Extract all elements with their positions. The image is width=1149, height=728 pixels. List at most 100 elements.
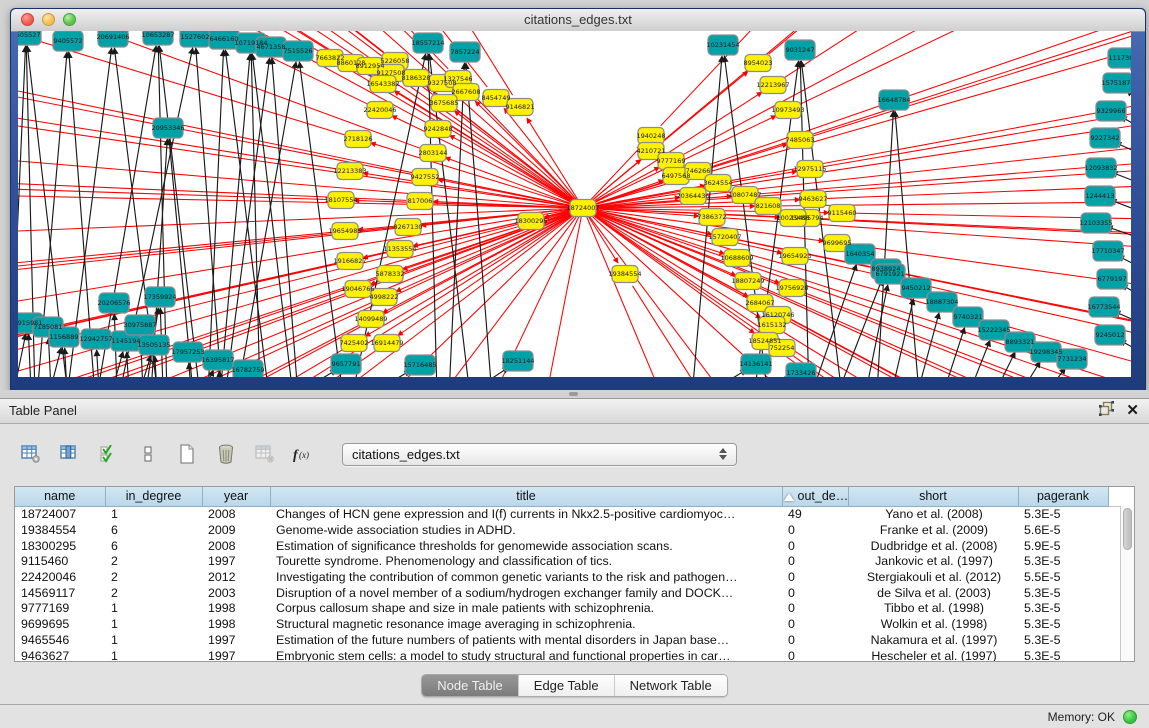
cell-pagerank: 5.5E-5	[1018, 569, 1108, 585]
graph-node-label: 18557214	[411, 39, 444, 47]
delete-table-icon[interactable]	[211, 440, 241, 468]
cell-short: Wolkin et al. (1998)	[848, 616, 1018, 632]
table-settings-icon[interactable]	[16, 440, 46, 468]
graph-node-label: 18887304	[925, 298, 958, 306]
graph-node-label: 10807487	[728, 191, 761, 199]
graph-node-label: 3624554	[704, 179, 733, 187]
graph-node-label: 9146821	[506, 103, 535, 111]
graph-node-label: 12103355	[1079, 219, 1112, 227]
cell-pagerank: 5.3E-5	[1018, 585, 1108, 601]
cell-title: Estimation of significance thresholds fo…	[270, 538, 782, 554]
graph-node-label: 2803144	[419, 149, 448, 157]
graph-node-label: 19046766	[341, 285, 374, 293]
cell-pagerank: 5.9E-5	[1018, 538, 1108, 554]
tab-edge-table[interactable]: Edge Table	[518, 675, 614, 696]
cell-short: Jankovic et al. (1997)	[848, 554, 1018, 570]
window-titlebar[interactable]: citations_edges.txt	[11, 9, 1145, 32]
cell-short: Tibbo et al. (1998)	[848, 601, 1018, 617]
cell-in_degree: 1	[105, 616, 202, 632]
graph-node-label: 12093832	[1084, 164, 1117, 172]
graph-node-label: 16120746	[761, 311, 794, 319]
cell-year: 2003	[202, 585, 270, 601]
column-header-name[interactable]: name	[15, 487, 105, 506]
table-row[interactable]: 946554611997Estimation of the future num…	[15, 632, 1121, 648]
graph-node-label: 16395817	[201, 356, 234, 364]
cell-short: Stergiakouli et al. (2012)	[848, 569, 1018, 585]
table-row[interactable]: 1830029562008Estimation of significance …	[15, 538, 1121, 554]
cell-name: 18300295	[15, 538, 105, 554]
memory-ok-icon	[1123, 710, 1137, 724]
column-header-year[interactable]: year	[202, 487, 270, 506]
cell-name: 22420046	[15, 569, 105, 585]
graph-node-label: 7731234	[1058, 355, 1087, 363]
cell-short: Yano et al. (2008)	[848, 506, 1018, 522]
column-header-out_degree[interactable]: out_de…	[782, 487, 848, 506]
header-filler	[1108, 487, 1121, 506]
column-header-pagerank[interactable]: pagerank	[1018, 487, 1108, 506]
cell-in_degree: 2	[105, 569, 202, 585]
cell-out_degree: 0	[782, 616, 848, 632]
table-row[interactable]: 1938455462009Genome-wide association stu…	[15, 522, 1121, 538]
memory-status-label: Memory: OK	[1048, 710, 1115, 724]
table-scrollbar[interactable]	[1120, 506, 1134, 661]
cell-year: 1997	[202, 632, 270, 648]
new-document-icon[interactable]	[172, 440, 202, 468]
column-header-short[interactable]: short	[848, 487, 1018, 506]
tab-network-table[interactable]: Network Table	[614, 675, 727, 696]
table-toolbar-icons: f (x)	[16, 440, 319, 468]
splitter-handle-icon[interactable]	[569, 392, 578, 396]
table-row[interactable]: 1872400712008Changes of HCN gene express…	[15, 506, 1121, 522]
graph-node-label: 7386372	[698, 213, 727, 221]
tab-node-table[interactable]: Node Table	[422, 675, 518, 696]
table-scrollbar-thumb[interactable]	[1123, 508, 1132, 550]
column-header-title[interactable]: title	[270, 487, 782, 506]
graph-node-label: 1615132	[758, 321, 787, 329]
graph-node-label: 821608	[756, 202, 781, 210]
table-row[interactable]: 2242004622012Investigating the contribut…	[15, 569, 1121, 585]
cell-year: 2012	[202, 569, 270, 585]
graph-node-label: 8454749	[482, 94, 511, 102]
cell-title: Embryonic stem cells: a model to study s…	[270, 648, 782, 662]
cell-title: Structural magnetic resonance image aver…	[270, 616, 782, 632]
table-selector[interactable]: citations_edges.txt	[342, 443, 737, 466]
import-table-icon	[250, 440, 280, 468]
table-row[interactable]: 1456911722003Disruption of a novel membe…	[15, 585, 1121, 601]
graph-node-label: 7425402	[340, 339, 369, 347]
graph-node-label: 10688609	[720, 254, 753, 262]
cell-in_degree: 2	[105, 554, 202, 570]
graph-node-label: 16648784	[877, 96, 910, 104]
graph-node-label: 817006	[408, 197, 433, 205]
graph-node-label: 9031247	[786, 46, 815, 54]
table-row[interactable]: 946362711997Embryonic stem cells: a mode…	[15, 648, 1121, 662]
graph-node-label: 18300295	[514, 217, 547, 225]
zoom-window-icon[interactable]	[63, 13, 76, 26]
graph-node-label: 2684067	[746, 299, 775, 307]
cell-short: Franke et al. (2009)	[848, 522, 1018, 538]
graph-node-label: 7515526	[284, 47, 313, 55]
graph-node-label: 10231454	[706, 41, 739, 49]
table-row[interactable]: 911546021997Tourette syndrome. Phenomeno…	[15, 554, 1121, 570]
cell-in_degree: 1	[105, 506, 202, 522]
cell-in_degree: 2	[105, 585, 202, 601]
cell-name: 14569117	[15, 585, 105, 601]
function-icon[interactable]: f (x)	[289, 440, 319, 468]
cell-name: 9115460	[15, 554, 105, 570]
network-canvas[interactable]: 1872400718300295193845547663822886012889…	[18, 31, 1131, 377]
select-rows-icon[interactable]	[94, 440, 124, 468]
citation-graph[interactable]: 1872400718300295193845547663822886012889…	[18, 31, 1131, 377]
graph-node-label: 15751874	[1101, 79, 1131, 87]
float-panel-icon[interactable]	[1099, 401, 1114, 421]
table-column-icon[interactable]	[55, 440, 85, 468]
rows-icon[interactable]	[133, 440, 163, 468]
column-header-in_degree[interactable]: in_degree	[105, 487, 202, 506]
graph-node-label: 9329966	[1097, 107, 1126, 115]
close-panel-icon[interactable]: ✕	[1126, 399, 1139, 423]
panel-splitter[interactable]	[0, 390, 1149, 398]
graph-node-label: 12213383	[333, 167, 366, 175]
cell-out_degree: 0	[782, 632, 848, 648]
table-row[interactable]: 969969511998Structural magnetic resonanc…	[15, 616, 1121, 632]
table-row[interactable]: 977716911998Corpus callosum shape and si…	[15, 601, 1121, 617]
minimize-window-icon[interactable]	[42, 13, 55, 26]
cell-title: Tourette syndrome. Phenomenology and cla…	[270, 554, 782, 570]
close-window-icon[interactable]	[21, 13, 34, 26]
